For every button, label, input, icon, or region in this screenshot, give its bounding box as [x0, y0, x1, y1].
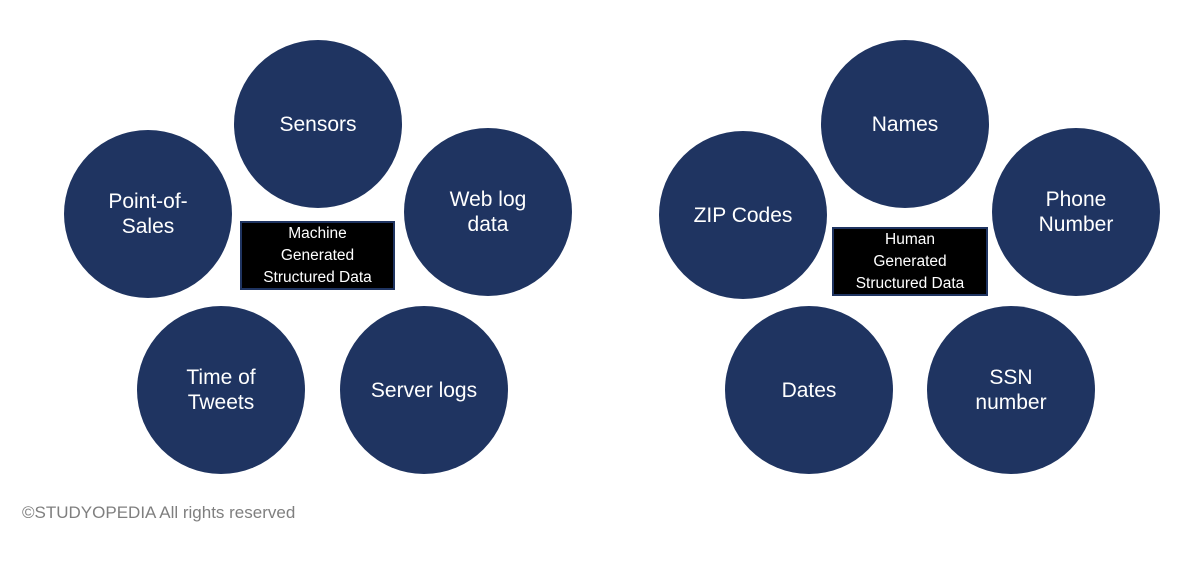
circle-sensors: Sensors [234, 40, 402, 208]
machine-generated-label: Machine Generated Structured Data [240, 221, 395, 290]
human-generated-label: Human Generated Structured Data [832, 227, 988, 296]
circle-point-of-sales: Point-of- Sales [64, 130, 232, 298]
circle-dates: Dates [725, 306, 893, 474]
circle-names: Names [821, 40, 989, 208]
circle-phone-number: Phone Number [992, 128, 1160, 296]
circle-ssn-number: SSN number [927, 306, 1095, 474]
circle-zip-codes: ZIP Codes [659, 131, 827, 299]
circle-web-log-data: Web log data [404, 128, 572, 296]
circle-server-logs: Server logs [340, 306, 508, 474]
circle-time-of-tweets: Time of Tweets [137, 306, 305, 474]
copyright-footer: ©STUDYOPEDIA All rights reserved [22, 503, 296, 522]
